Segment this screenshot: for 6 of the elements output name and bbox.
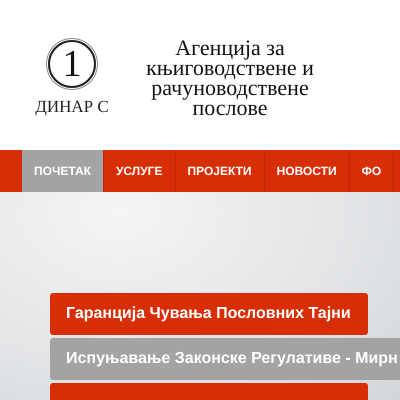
logo-name: ДИНАР С	[35, 96, 109, 118]
slide-caption[interactable]: Гаранција Чувања Пословних Тајни	[50, 293, 368, 335]
site-title: Агенција за књиговодствене и рачуноводствене послове	[145, 38, 315, 118]
nav-link[interactable]: ПОЧЕТАК	[22, 150, 104, 192]
logo-emblem: 1	[48, 40, 96, 88]
slide-caption[interactable]: Испуњавање Законске Регулативе - Мирн	[50, 338, 400, 380]
